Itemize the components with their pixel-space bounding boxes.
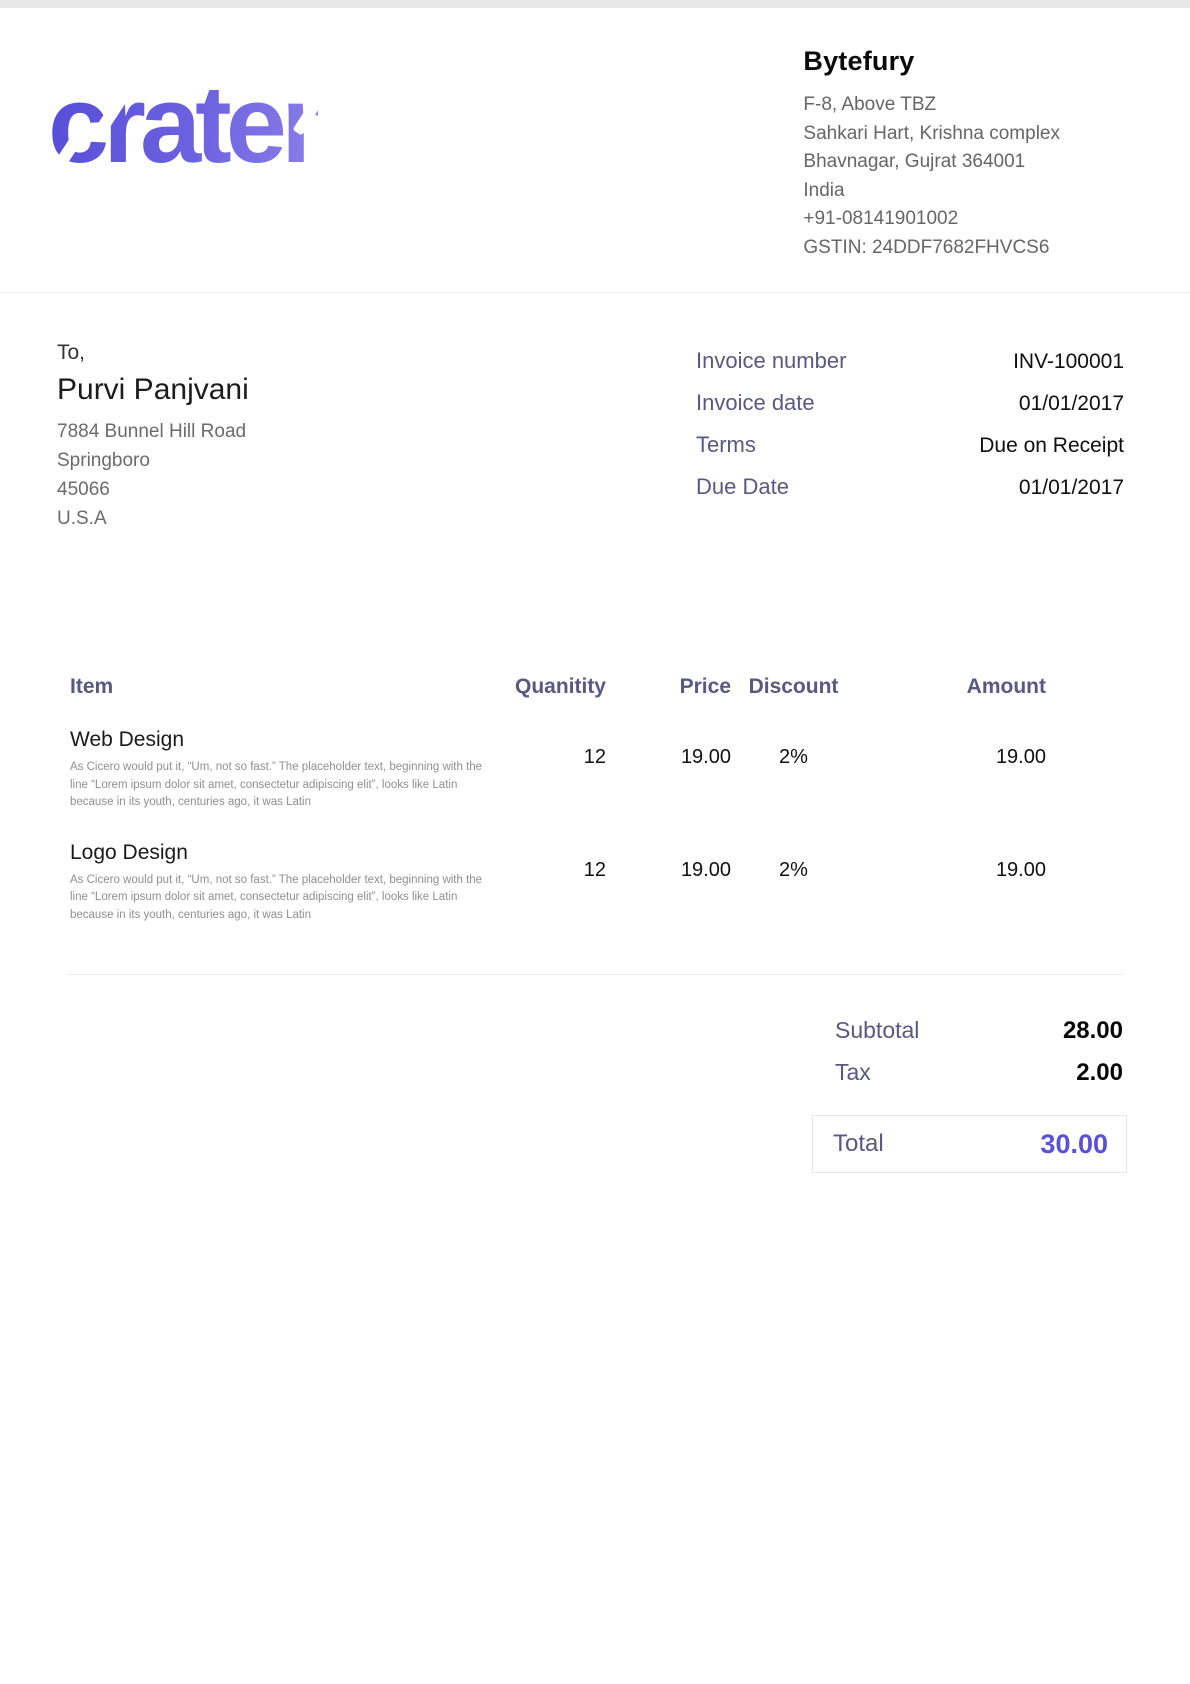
tax-row: Tax 2.00 [815, 1059, 1127, 1087]
item-cell: Logo Design As Cicero would put it, “Um,… [70, 839, 496, 925]
customer-address-line: Springboro [57, 446, 249, 475]
crater-logo-wordmark: crater [48, 70, 318, 180]
item-quantity: 12 [496, 726, 606, 769]
company-address-line: F-8, Above TBZ [803, 91, 1060, 120]
company-phone: +91-08141901002 [803, 205, 1060, 234]
crater-logo: crater [48, 70, 318, 180]
column-header-quantity: Quanitity [496, 675, 606, 699]
column-header-item: Item [70, 675, 496, 699]
item-quantity: 12 [496, 839, 606, 882]
billing-section: To, Purvi Panjvani 7884 Bunnel Hill Road… [0, 293, 1190, 533]
terms-row: Terms Due on Receipt [696, 431, 1124, 458]
item-discount: 2% [731, 726, 856, 769]
totals-divider [66, 974, 1124, 975]
totals-section: Subtotal 28.00 Tax 2.00 Total 30.00 [0, 1017, 1190, 1173]
invoice-header: crater Bytefury F-8, Above TBZ Sahkari H… [0, 8, 1190, 293]
terms-label: Terms [696, 431, 756, 458]
items-table-header: Item Quanitity Price Discount Amount [70, 675, 1046, 699]
customer-name: Purvi Panjvani [57, 373, 249, 407]
invoice-date-value: 01/01/2017 [1019, 392, 1124, 416]
company-address-line: India [803, 177, 1060, 206]
total-box: Total 30.00 [812, 1115, 1127, 1173]
table-row: Web Design As Cicero would put it, “Um, … [70, 726, 1046, 812]
bill-to-intro: To, [57, 341, 249, 365]
due-date-label: Due Date [696, 473, 789, 500]
company-gstin: GSTIN: 24DDF7682FHVCS6 [803, 234, 1060, 263]
column-header-price: Price [606, 675, 731, 699]
page-top-edge [0, 0, 1190, 8]
customer-address-line: 7884 Bunnel Hill Road [57, 417, 249, 446]
company-address-line: Sahkari Hart, Krishna complex [803, 120, 1060, 149]
item-discount: 2% [731, 839, 856, 882]
column-header-discount: Discount [731, 675, 856, 699]
subtotal-label: Subtotal [835, 1017, 919, 1044]
item-cell: Web Design As Cicero would put it, “Um, … [70, 726, 496, 812]
item-amount: 19.00 [856, 839, 1046, 882]
subtotal-row: Subtotal 28.00 [815, 1017, 1127, 1045]
tax-label: Tax [835, 1059, 871, 1086]
column-header-amount: Amount [856, 675, 1046, 699]
invoice-number-label: Invoice number [696, 347, 846, 374]
bill-to-block: To, Purvi Panjvani 7884 Bunnel Hill Road… [57, 341, 249, 533]
company-name: Bytefury [803, 46, 1060, 77]
total-label: Total [833, 1130, 884, 1158]
item-name: Web Design [70, 726, 496, 754]
total-value: 30.00 [1040, 1129, 1108, 1160]
invoice-date-row: Invoice date 01/01/2017 [696, 389, 1124, 416]
customer-address-line: 45066 [57, 475, 249, 504]
item-amount: 19.00 [856, 726, 1046, 769]
due-date-value: 01/01/2017 [1019, 476, 1124, 500]
item-price: 19.00 [606, 839, 731, 882]
invoice-number-value: INV-100001 [1013, 350, 1124, 374]
invoice-meta-block: Invoice number INV-100001 Invoice date 0… [696, 341, 1124, 533]
item-description: As Cicero would put it, “Um, not so fast… [70, 759, 492, 812]
customer-address-line: U.S.A [57, 504, 249, 533]
tax-value: 2.00 [1076, 1059, 1123, 1087]
items-table: Item Quanitity Price Discount Amount Web… [0, 675, 1190, 924]
due-date-row: Due Date 01/01/2017 [696, 473, 1124, 500]
company-address-line: Bhavnagar, Gujrat 364001 [803, 148, 1060, 177]
terms-value: Due on Receipt [979, 434, 1124, 458]
item-price: 19.00 [606, 726, 731, 769]
item-name: Logo Design [70, 839, 496, 867]
table-row: Logo Design As Cicero would put it, “Um,… [70, 839, 1046, 925]
company-info: Bytefury F-8, Above TBZ Sahkari Hart, Kr… [803, 38, 1060, 262]
item-description: As Cicero would put it, “Um, not so fast… [70, 872, 492, 925]
subtotal-value: 28.00 [1063, 1017, 1123, 1045]
invoice-number-row: Invoice number INV-100001 [696, 347, 1124, 374]
invoice-date-label: Invoice date [696, 389, 815, 416]
